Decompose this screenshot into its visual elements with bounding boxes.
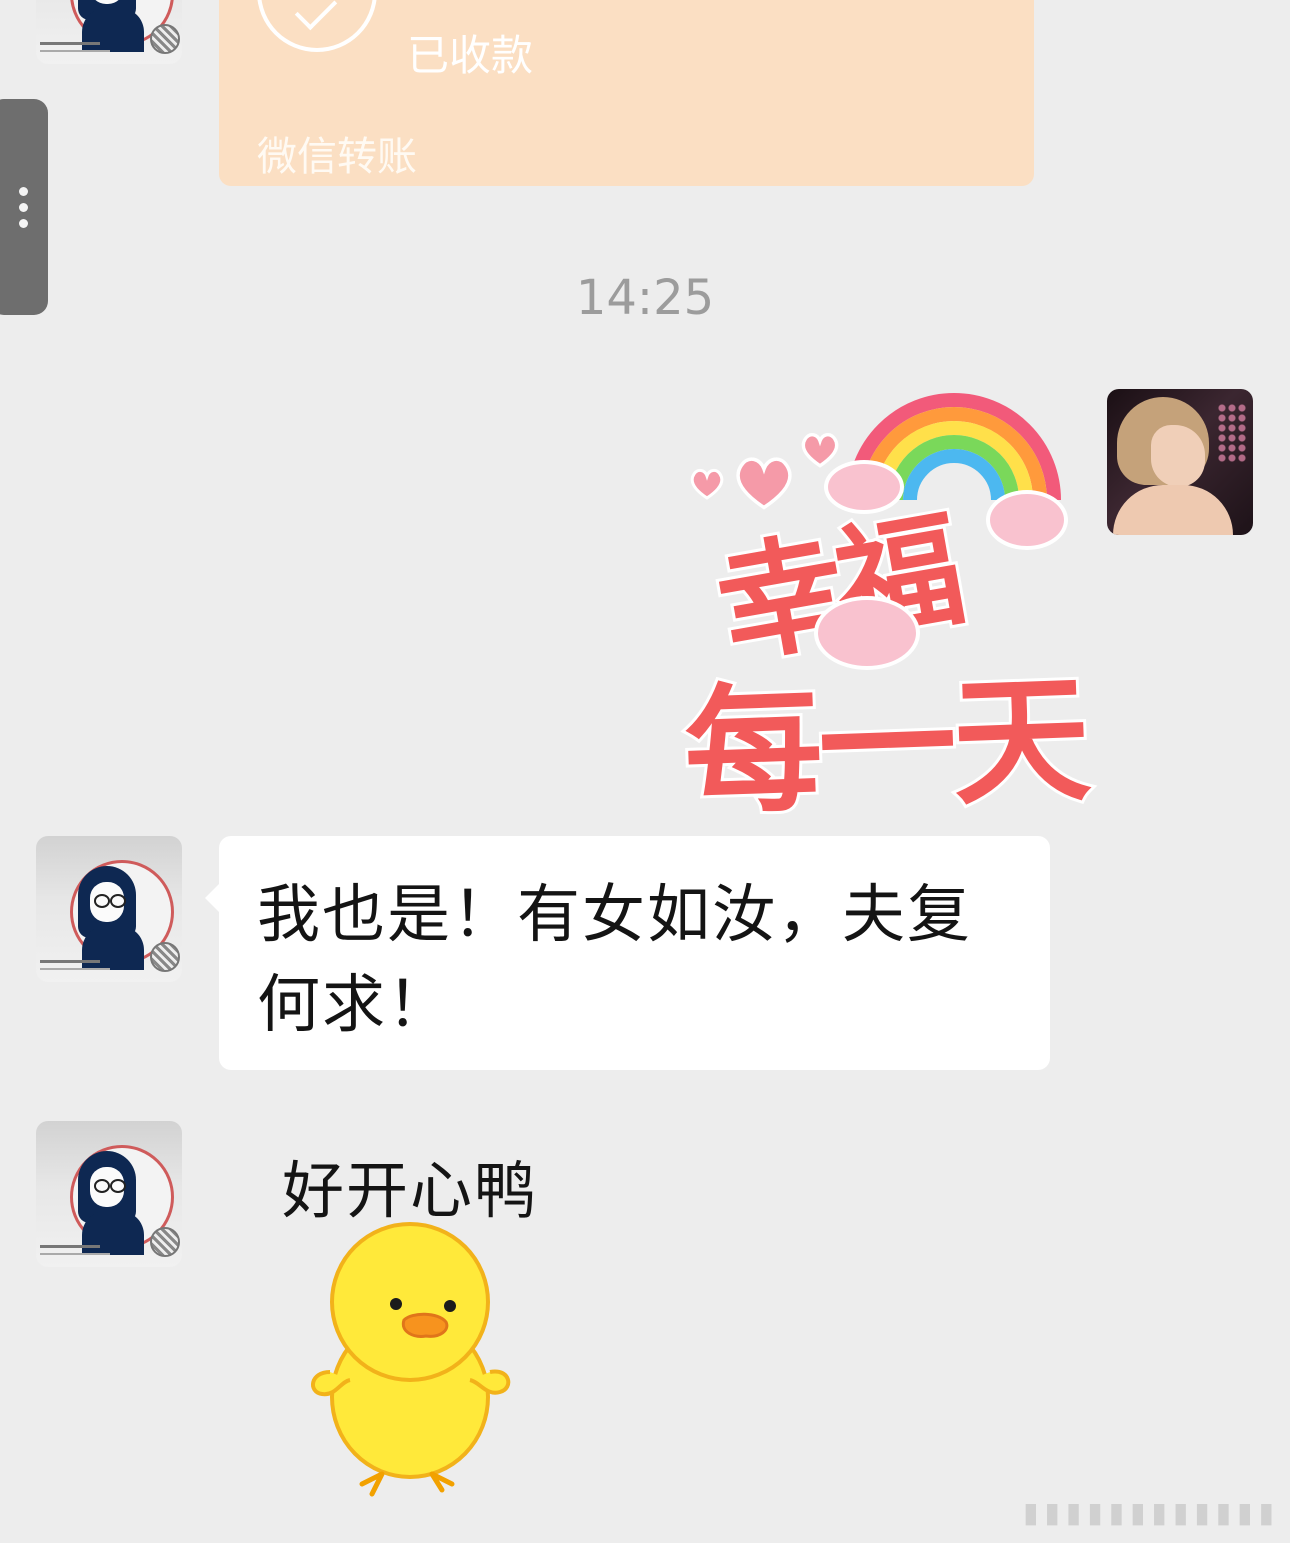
qr-badge-icon <box>150 24 180 54</box>
qr-badge-icon <box>150 942 180 972</box>
self-avatar[interactable] <box>1107 389 1253 535</box>
heart-icon <box>800 432 840 472</box>
transfer-status: 已收款 <box>407 31 534 80</box>
wechat-transfer-card[interactable]: 已收款 微信转账 <box>219 0 1034 186</box>
heart-icon <box>690 468 724 504</box>
contact-avatar[interactable] <box>36 0 182 64</box>
qr-badge-icon <box>150 1227 180 1257</box>
transfer-label: 微信转账 <box>257 134 417 180</box>
sticker-caption: 好开心鸭 <box>282 1154 539 1227</box>
duck-icon <box>311 1222 511 1497</box>
sticker-text-line2: 每一天 <box>679 656 1092 837</box>
watermark: ▮▮▮▮▮▮▮▮▮▮▮▮ <box>1023 1496 1280 1529</box>
cloud-face-icon <box>990 494 1064 546</box>
message-bubble[interactable]: 我也是！有女如汝，夫复何求！ <box>205 836 1050 1070</box>
more-dots-icon <box>19 187 28 196</box>
contact-avatar[interactable] <box>36 836 182 982</box>
message-text: 我也是！有女如汝，夫复何求！ <box>257 878 972 1041</box>
message-timestamp: 14:25 <box>575 270 715 326</box>
contact-avatar[interactable] <box>36 1121 182 1267</box>
